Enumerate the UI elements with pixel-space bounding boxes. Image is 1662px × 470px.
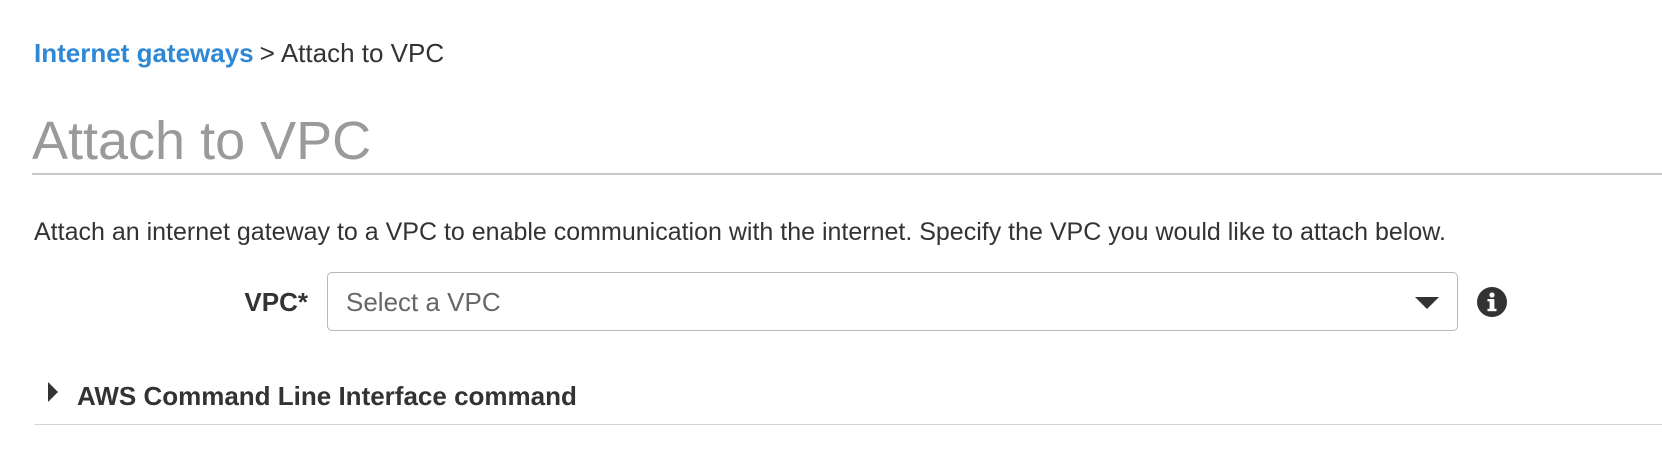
title-divider [32, 173, 1662, 175]
vpc-field-label: VPC* [244, 287, 308, 317]
vpc-select-placeholder: Select a VPC [346, 287, 501, 317]
caret-right-icon [48, 382, 58, 402]
info-circle-icon[interactable] [1476, 286, 1508, 318]
page-title: Attach to VPC [32, 111, 372, 171]
breadcrumb-link-internet-gateways[interactable]: Internet gateways [34, 38, 254, 68]
breadcrumb-separator: > [259, 38, 275, 68]
breadcrumb: Internet gateways > Attach to VPC [34, 36, 444, 70]
page-description: Attach an internet gateway to a VPC to e… [34, 218, 1446, 246]
breadcrumb-current: Attach to VPC [280, 38, 445, 68]
section-divider [34, 424, 1662, 425]
attach-to-vpc-page: Internet gateways > Attach to VPC Attach t… [0, 0, 1662, 470]
cli-command-label: AWS Command Line Interface command [77, 381, 577, 411]
vpc-select[interactable]: Select a VPC [327, 272, 1458, 331]
chevron-down-icon [1415, 297, 1439, 309]
